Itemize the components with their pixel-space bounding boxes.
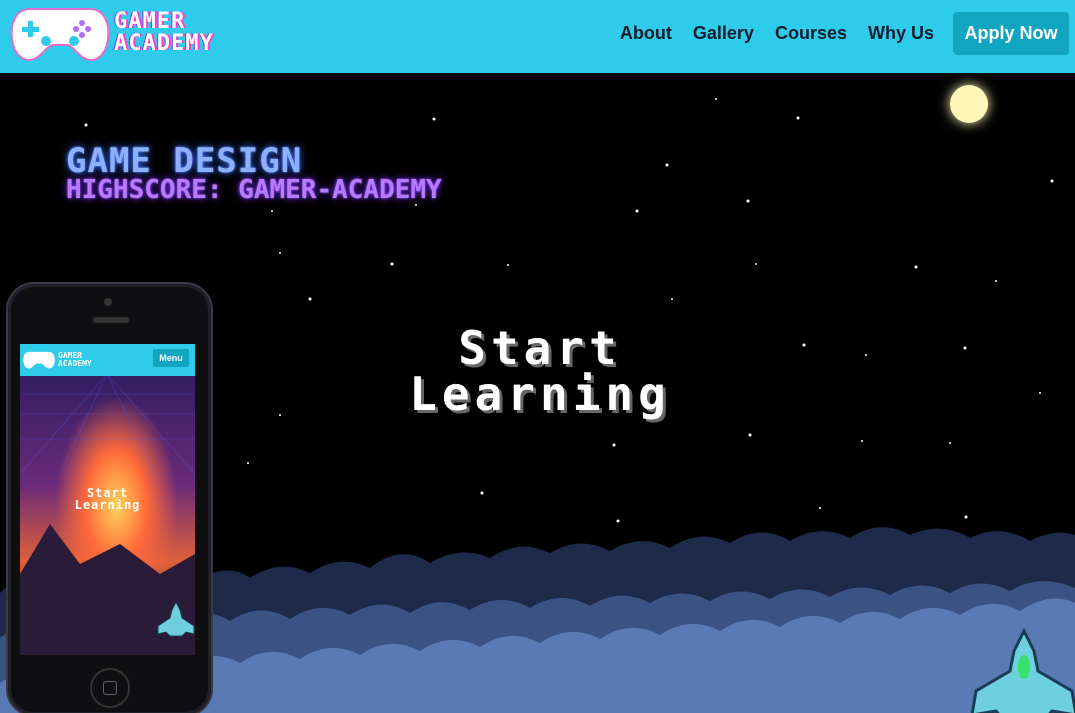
nav-link-why-us[interactable]: Why Us <box>868 23 934 44</box>
phone-logo-text: GAMER ACADEMY <box>58 352 92 368</box>
phone-gamepad-icon <box>23 351 55 369</box>
gamepad-icon <box>10 8 110 61</box>
start-line2: Learning <box>409 367 671 421</box>
logo[interactable]: GAMER ACADEMY <box>8 3 268 67</box>
navbar: GAMER ACADEMY About Gallery Courses Why … <box>0 0 1075 73</box>
logo-text: GAMER ACADEMY <box>114 11 214 55</box>
hero-subtitle: HIGHSCORE: GAMER-ACADEMY <box>66 175 442 205</box>
start-learning-link[interactable]: Start Learning <box>370 325 710 417</box>
nav-link-about[interactable]: About <box>620 23 672 44</box>
hero: GAME DESIGN HIGHSCORE: GAMER-ACADEMY Sta… <box>0 73 1075 713</box>
nav-link-courses[interactable]: Courses <box>775 23 847 44</box>
phone-start-line2: Learning <box>74 498 141 512</box>
home-button-icon <box>90 668 130 708</box>
phone-speaker <box>93 317 129 323</box>
phone-menu-button[interactable]: Menu <box>153 349 189 367</box>
apply-now-button[interactable]: Apply Now <box>953 12 1069 55</box>
phone-logo-line2: ACADEMY <box>58 359 92 368</box>
phone-start-learning[interactable]: Start Learning <box>20 487 195 511</box>
logo-line2: ACADEMY <box>114 31 214 56</box>
logo-line1: GAMER <box>114 9 186 34</box>
phone-screen: GAMER ACADEMY Menu Start Learning <box>20 344 195 655</box>
phone-camera <box>104 298 112 306</box>
phone-mockup: GAMER ACADEMY Menu Start Learning <box>6 282 213 713</box>
nav-link-gallery[interactable]: Gallery <box>693 23 754 44</box>
home-square <box>103 681 117 695</box>
nav-links: About Gallery Courses Why Us <box>620 23 934 44</box>
moon-icon <box>950 85 988 123</box>
start-line1: Start <box>458 321 622 375</box>
phone-navbar: GAMER ACADEMY Menu <box>20 344 195 376</box>
